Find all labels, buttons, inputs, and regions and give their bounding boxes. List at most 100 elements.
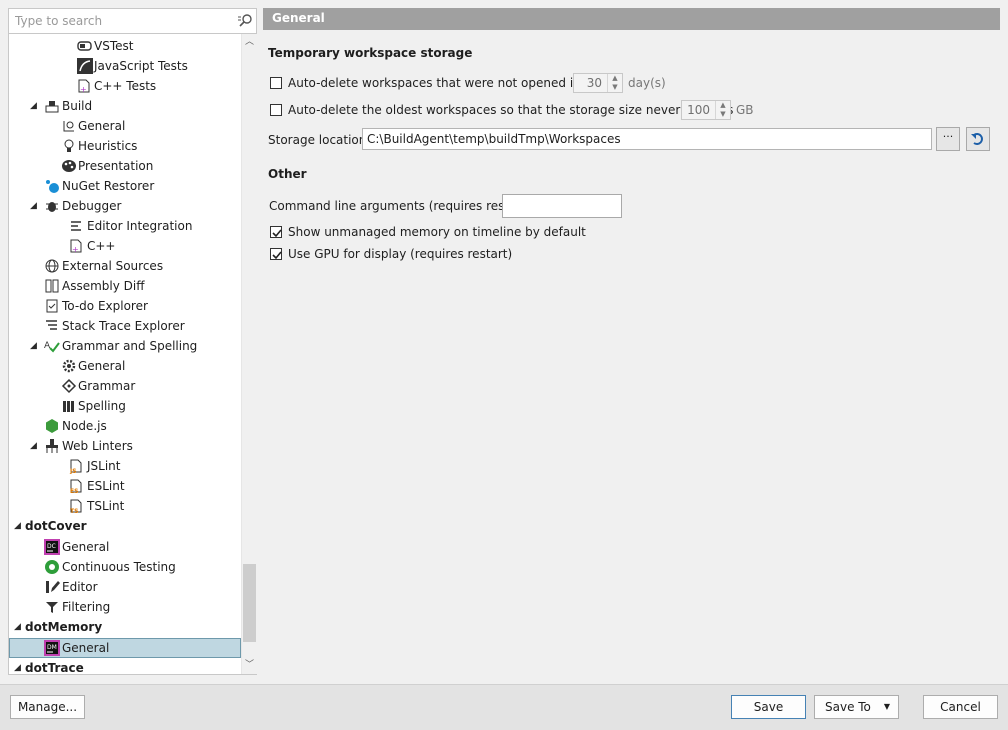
- tree-item-build-general[interactable]: General: [9, 116, 241, 136]
- grammar-icon: [61, 378, 77, 394]
- tree-item-debugger-cpp[interactable]: + C++: [9, 236, 241, 256]
- tree-item-label: General: [78, 359, 126, 373]
- tree-item-label: TSLint: [87, 499, 125, 513]
- continuous-testing-icon: [44, 559, 60, 575]
- tree-item-label: JSLint: [87, 459, 121, 473]
- nuget-icon: [44, 178, 60, 194]
- search-options-icon[interactable]: [237, 13, 253, 29]
- tree-item-javascript-tests[interactable]: JavaScript Tests: [9, 56, 241, 76]
- collapse-arrow-icon[interactable]: ◢: [14, 516, 24, 536]
- tree-item-nodejs[interactable]: Node.js: [9, 416, 241, 436]
- tree-item-eslint[interactable]: ES ESLint: [9, 476, 241, 496]
- scroll-down-icon[interactable]: ﹀: [244, 660, 255, 671]
- tree-item-debugger[interactable]: ◢ Debugger: [9, 196, 241, 216]
- spin-up-icon[interactable]: ▲: [608, 74, 622, 83]
- tree-item-tslint[interactable]: TS TSLint: [9, 496, 241, 516]
- spin-down-icon[interactable]: ▼: [716, 110, 730, 119]
- globe-icon: [44, 258, 60, 274]
- manage-button[interactable]: Manage...: [10, 695, 85, 719]
- tree-item-dotmemory-general[interactable]: DM General: [9, 638, 241, 658]
- collapse-arrow-icon[interactable]: ◢: [30, 96, 40, 116]
- tree-item-nuget-restorer[interactable]: NuGet Restorer: [9, 176, 241, 196]
- tree-item-dotcover[interactable]: ◢ dotCover: [9, 516, 241, 536]
- save-to-button[interactable]: Save To ▼: [814, 695, 899, 719]
- tree-item-build[interactable]: ◢ Build: [9, 96, 241, 116]
- tree-item-heuristics[interactable]: Heuristics: [9, 136, 241, 156]
- tree-item-vstest[interactable]: VSTest: [9, 36, 241, 56]
- tree-item-dotmemory[interactable]: ◢ dotMemory: [9, 617, 241, 637]
- tree-item-assembly-diff[interactable]: Assembly Diff: [9, 276, 241, 296]
- tree-item-editor-integration[interactable]: Editor Integration: [9, 216, 241, 236]
- cancel-button[interactable]: Cancel: [923, 695, 998, 719]
- tree-item-gs-spelling[interactable]: Spelling: [9, 396, 241, 416]
- tree-item-stack-trace-explorer[interactable]: Stack Trace Explorer: [9, 316, 241, 336]
- auto-delete-days-checkbox[interactable]: [270, 77, 282, 89]
- tree-item-filtering[interactable]: Filtering: [9, 597, 241, 617]
- collapse-arrow-icon[interactable]: ◢: [30, 336, 40, 356]
- collapse-arrow-icon[interactable]: ◢: [14, 658, 24, 674]
- tree-item-label: dotTrace: [25, 661, 84, 674]
- reset-button[interactable]: [966, 127, 990, 151]
- tree-item-jslint[interactable]: JS JSLint: [9, 456, 241, 476]
- collapse-arrow-icon[interactable]: ◢: [14, 617, 24, 637]
- es-file-icon: ES: [69, 478, 85, 495]
- gear-icon: [61, 358, 77, 374]
- tree-item-label: ESLint: [87, 479, 125, 493]
- checkmark-icon: [272, 251, 282, 260]
- tree-item-gs-general[interactable]: General: [9, 356, 241, 376]
- search-box: [9, 9, 256, 34]
- stack-trace-icon: [44, 318, 60, 334]
- tree-item-grammar-and-spelling[interactable]: ◢ A Grammar and Spelling: [9, 336, 241, 356]
- palette-icon: [61, 158, 77, 174]
- tree-item-label: General: [78, 119, 126, 133]
- svg-text:A: A: [44, 341, 51, 351]
- tree-item-todo-explorer[interactable]: To-do Explorer: [9, 296, 241, 316]
- tree-item-gs-grammar[interactable]: Grammar: [9, 376, 241, 396]
- tree-item-label: Build: [62, 99, 93, 113]
- dotcover-icon: DC: [44, 539, 60, 555]
- tree-item-editor[interactable]: Editor: [9, 577, 241, 597]
- tree-item-label: Web Linters: [62, 439, 133, 453]
- ts-file-icon: TS: [69, 498, 85, 515]
- days-spinner[interactable]: 30 ▲ ▼: [573, 73, 623, 93]
- lightbulb-icon: [61, 138, 77, 154]
- auto-delete-size-checkbox[interactable]: [270, 104, 282, 116]
- build-general-icon: [61, 118, 77, 134]
- collapse-arrow-icon[interactable]: ◢: [30, 436, 40, 456]
- tree-item-label: General: [62, 641, 110, 655]
- cmd-args-label: Command line arguments (requires restart…: [269, 199, 531, 213]
- bug-icon: [44, 198, 60, 214]
- tree-item-cpp-tests[interactable]: + C++ Tests: [9, 76, 241, 96]
- scroll-up-icon[interactable]: ︿: [244, 37, 255, 48]
- tree-item-web-linters[interactable]: ◢ Web Linters: [9, 436, 241, 456]
- tree-item-label: Filtering: [62, 600, 111, 614]
- spin-up-icon[interactable]: ▲: [716, 101, 730, 110]
- vstest-icon: [77, 38, 93, 54]
- scrollbar-thumb[interactable]: [243, 564, 256, 642]
- browse-button[interactable]: ···: [936, 127, 960, 151]
- tree-item-dotcover-general[interactable]: DC General: [9, 537, 241, 557]
- save-button[interactable]: Save: [731, 695, 806, 719]
- dotmemory-icon: DM: [44, 640, 60, 656]
- javascript-tests-icon: [77, 58, 93, 74]
- collapse-arrow-icon[interactable]: ◢: [30, 196, 40, 216]
- tree-item-label: Continuous Testing: [62, 560, 176, 574]
- storage-location-input[interactable]: C:\BuildAgent\temp\buildTmp\Workspaces: [362, 128, 932, 150]
- tree-item-presentation[interactable]: Presentation: [9, 156, 241, 176]
- use-gpu-checkbox[interactable]: [270, 248, 282, 260]
- tree-item-continuous-testing[interactable]: Continuous Testing: [9, 557, 241, 577]
- svg-text:DC: DC: [47, 543, 56, 550]
- tree-scrollbar[interactable]: ︿ ﹀: [241, 34, 257, 674]
- tree-item-dottrace[interactable]: ◢ dotTrace: [9, 658, 241, 674]
- search-input[interactable]: [13, 12, 237, 30]
- spin-down-icon[interactable]: ▼: [608, 83, 622, 92]
- tree-item-label: Debugger: [62, 199, 122, 213]
- show-unmanaged-checkbox[interactable]: [270, 226, 282, 238]
- tree-item-external-sources[interactable]: External Sources: [9, 256, 241, 276]
- tree-item-label: dotCover: [25, 519, 87, 533]
- editor-integration-icon: [69, 218, 85, 234]
- tree-item-label: dotMemory: [25, 620, 103, 634]
- cmd-args-input[interactable]: [502, 194, 622, 218]
- cpp-tests-icon: +: [77, 78, 93, 94]
- size-spinner[interactable]: 100 ▲ ▼: [681, 100, 731, 120]
